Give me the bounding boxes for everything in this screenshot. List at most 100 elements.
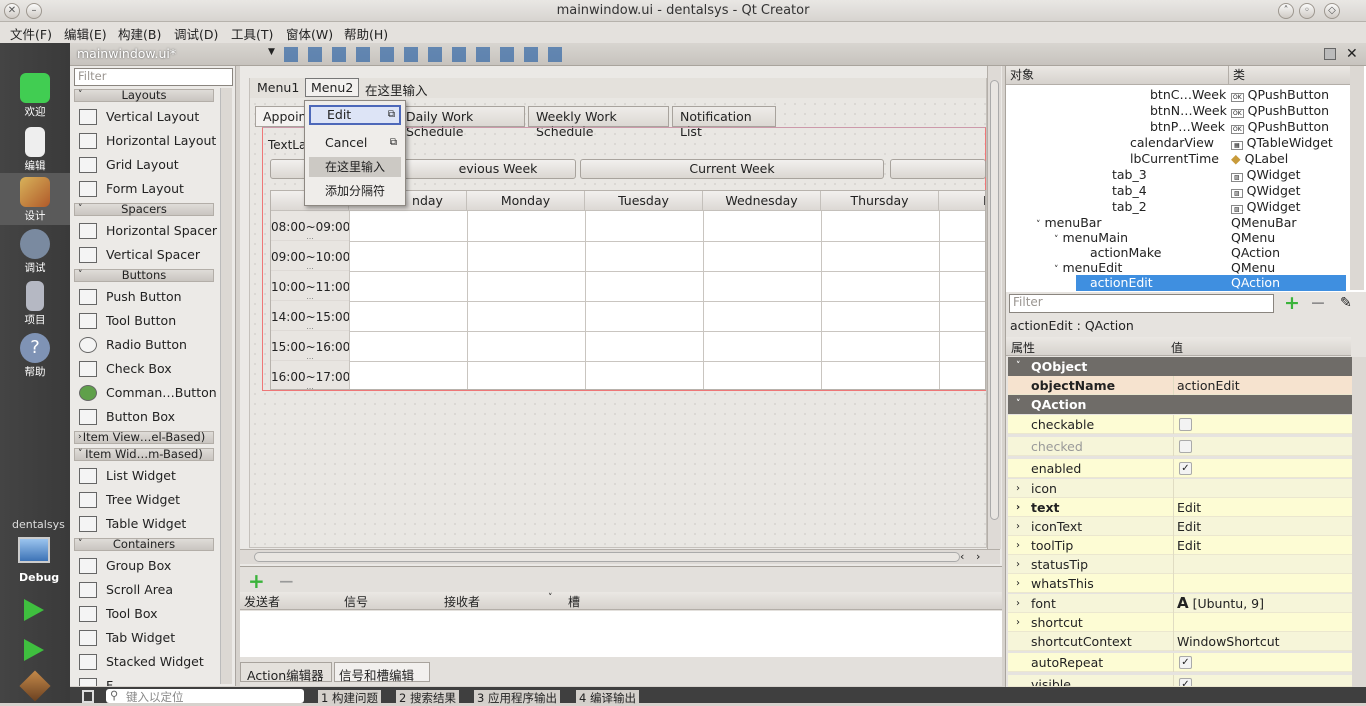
keep-above-button[interactable]: ˄ bbox=[1278, 3, 1294, 19]
category-layouts[interactable]: ˅ Layouts bbox=[74, 89, 214, 102]
menu-file[interactable]: 文件(F) bbox=[10, 24, 52, 43]
run-icon[interactable] bbox=[24, 599, 44, 621]
menu-help[interactable]: 帮助(H) bbox=[344, 24, 388, 43]
widget-frame[interactable]: F bbox=[78, 675, 113, 686]
popup-item-cancel[interactable]: Cancel ⧉ bbox=[309, 133, 401, 153]
prop-icontext[interactable]: › iconText Edit bbox=[1008, 517, 1352, 536]
current-week-button[interactable]: Current Week bbox=[580, 159, 884, 179]
close-icon[interactable]: ✕ bbox=[1346, 46, 1358, 62]
popup-item-edit[interactable]: Edit ⧉ bbox=[309, 105, 401, 125]
scrollbar-thumb[interactable] bbox=[990, 80, 999, 520]
object-tree-scrollbar[interactable] bbox=[1350, 66, 1364, 290]
widget-tab-widget[interactable]: Tab Widget bbox=[78, 627, 175, 649]
prop-value[interactable] bbox=[1173, 574, 1352, 593]
widget-tool-button[interactable]: Tool Button bbox=[78, 310, 176, 332]
form-menu-1[interactable]: Menu1 bbox=[257, 80, 299, 95]
prop-text[interactable]: › text Edit bbox=[1008, 498, 1352, 517]
wrench-icon[interactable]: ✎ bbox=[1340, 295, 1352, 311]
mode-welcome[interactable]: 欢迎 bbox=[0, 69, 70, 121]
widget-list-widget[interactable]: List Widget bbox=[78, 465, 176, 487]
tree-item[interactable]: ˅ menuMain bbox=[1054, 230, 1128, 246]
prop-value[interactable]: Edit bbox=[1173, 517, 1352, 536]
category-item-views[interactable]: › Item View…el-Based) bbox=[74, 431, 214, 444]
tab-weekly[interactable]: Weekly Work Schedule bbox=[528, 106, 669, 139]
debug-run-icon[interactable] bbox=[24, 639, 44, 661]
mode-design[interactable]: 设计 bbox=[0, 173, 70, 225]
menu-tools[interactable]: 工具(T) bbox=[231, 24, 273, 43]
prop-shortcut[interactable]: › shortcut bbox=[1008, 613, 1352, 632]
tab-signal-slot-editor[interactable]: 信号和槽编辑器 bbox=[334, 662, 430, 702]
tree-item[interactable]: tab_4 bbox=[1112, 183, 1147, 199]
tab-notification[interactable]: Notification List bbox=[672, 106, 776, 139]
tree-item[interactable]: tab_3 bbox=[1112, 167, 1147, 183]
widget-scroll-area[interactable]: Scroll Area bbox=[78, 579, 173, 601]
mode-projects[interactable]: 项目 bbox=[0, 277, 70, 329]
output-tab-build-issues[interactable]: 1 构建问题 bbox=[318, 690, 381, 705]
tree-item[interactable]: btnC…Week bbox=[1150, 87, 1226, 103]
popup-item-type-here[interactable]: 在这里输入 bbox=[309, 157, 401, 177]
tree-item[interactable]: btnP…Week bbox=[1150, 119, 1225, 135]
tree-item[interactable]: btnN…Week bbox=[1150, 103, 1227, 119]
group-qobject[interactable]: ˅ QObject bbox=[1008, 357, 1352, 376]
prop-enabled[interactable]: enabled ✓ bbox=[1008, 459, 1352, 478]
widget-horizontal-spacer[interactable]: Horizontal Spacer bbox=[78, 220, 217, 242]
widget-grid-layout[interactable]: Grid Layout bbox=[78, 154, 179, 176]
add-icon[interactable]: + bbox=[248, 569, 265, 593]
next-week-button[interactable] bbox=[890, 159, 986, 179]
prop-font[interactable]: › font A [Ubuntu, 9] bbox=[1008, 594, 1352, 613]
output-tab-compile-output[interactable]: 4 编译输出 bbox=[576, 690, 639, 705]
maximize-button[interactable]: ◇ bbox=[1324, 3, 1340, 19]
category-spacers[interactable]: ˅ Spacers bbox=[74, 203, 214, 216]
property-filter-input[interactable]: Filter bbox=[1009, 294, 1274, 313]
monitor-icon[interactable] bbox=[18, 537, 50, 563]
prop-value[interactable]: WindowShortcut bbox=[1173, 632, 1352, 651]
add-icon[interactable]: + bbox=[1284, 292, 1300, 314]
widget-check-box[interactable]: Check Box bbox=[78, 358, 172, 380]
prop-value[interactable]: actionEdit bbox=[1173, 376, 1352, 395]
widget-table-widget[interactable]: Table Widget bbox=[78, 513, 186, 535]
remove-icon[interactable]: − bbox=[278, 569, 295, 593]
prop-whatsthis[interactable]: › whatsThis bbox=[1008, 574, 1352, 593]
prop-value[interactable]: A [Ubuntu, 9] bbox=[1173, 594, 1352, 613]
widget-vertical-layout[interactable]: Vertical Layout bbox=[78, 106, 199, 128]
prop-value[interactable]: Edit bbox=[1173, 536, 1352, 555]
scrollbar-thumb[interactable] bbox=[254, 552, 960, 562]
widget-tool-box[interactable]: Tool Box bbox=[78, 603, 158, 625]
checkbox-checked[interactable]: ✓ bbox=[1179, 656, 1192, 669]
form-menu-2[interactable]: Menu2 bbox=[305, 78, 360, 97]
widget-tree-widget[interactable]: Tree Widget bbox=[78, 489, 180, 511]
signal-list[interactable] bbox=[240, 611, 1002, 657]
scroll-left-icon[interactable]: ‹ bbox=[960, 550, 964, 563]
menu-debug[interactable]: 调试(D) bbox=[174, 24, 218, 43]
mode-debug[interactable]: 调试 bbox=[0, 225, 70, 277]
category-item-widgets[interactable]: ˅ Item Wid…m-Based) bbox=[74, 448, 214, 461]
menu-build[interactable]: 构建(B) bbox=[118, 24, 161, 43]
widget-push-button[interactable]: Push Button bbox=[78, 286, 182, 308]
mode-help[interactable]: ? 帮助 bbox=[0, 329, 70, 381]
file-name[interactable]: mainwindow.ui* bbox=[77, 46, 176, 61]
tree-item[interactable]: ˅ menuBar bbox=[1036, 215, 1102, 231]
scroll-right-icon[interactable]: › bbox=[976, 550, 980, 563]
category-buttons[interactable]: ˅ Buttons bbox=[74, 269, 214, 282]
widget-form-layout[interactable]: Form Layout bbox=[78, 178, 184, 200]
tree-item-selected[interactable]: actionEdit QAction bbox=[1076, 275, 1346, 291]
prop-statustip[interactable]: › statusTip bbox=[1008, 555, 1352, 574]
prop-visible[interactable]: visible ✓ bbox=[1008, 675, 1352, 687]
widget-radio-button[interactable]: Radio Button bbox=[78, 334, 187, 356]
remove-icon[interactable]: − bbox=[1310, 292, 1326, 314]
canvas-horizontal-scrollbar[interactable]: ‹ › bbox=[240, 549, 1000, 564]
popup-item-add-separator[interactable]: 添加分隔符 bbox=[309, 181, 401, 201]
widget-command-link-button[interactable]: Comman…Button bbox=[78, 382, 217, 404]
widget-stacked-widget[interactable]: Stacked Widget bbox=[78, 651, 204, 673]
prop-value[interactable] bbox=[1173, 555, 1352, 574]
prop-autorepeat[interactable]: autoRepeat ✓ bbox=[1008, 653, 1352, 672]
checkbox-checked[interactable]: ✓ bbox=[1179, 678, 1192, 686]
prop-tooltip[interactable]: › toolTip Edit bbox=[1008, 536, 1352, 555]
group-qaction[interactable]: ˅ QAction bbox=[1008, 395, 1352, 414]
hammer-icon[interactable] bbox=[19, 670, 51, 702]
prop-value[interactable] bbox=[1173, 479, 1352, 498]
form-menu-type-here[interactable]: 在这里输入 bbox=[365, 80, 428, 99]
tree-item[interactable]: calendarView bbox=[1130, 135, 1214, 151]
prop-objectname[interactable]: objectName actionEdit bbox=[1008, 376, 1352, 395]
output-tab-app-output[interactable]: 3 应用程序输出 bbox=[474, 690, 560, 705]
